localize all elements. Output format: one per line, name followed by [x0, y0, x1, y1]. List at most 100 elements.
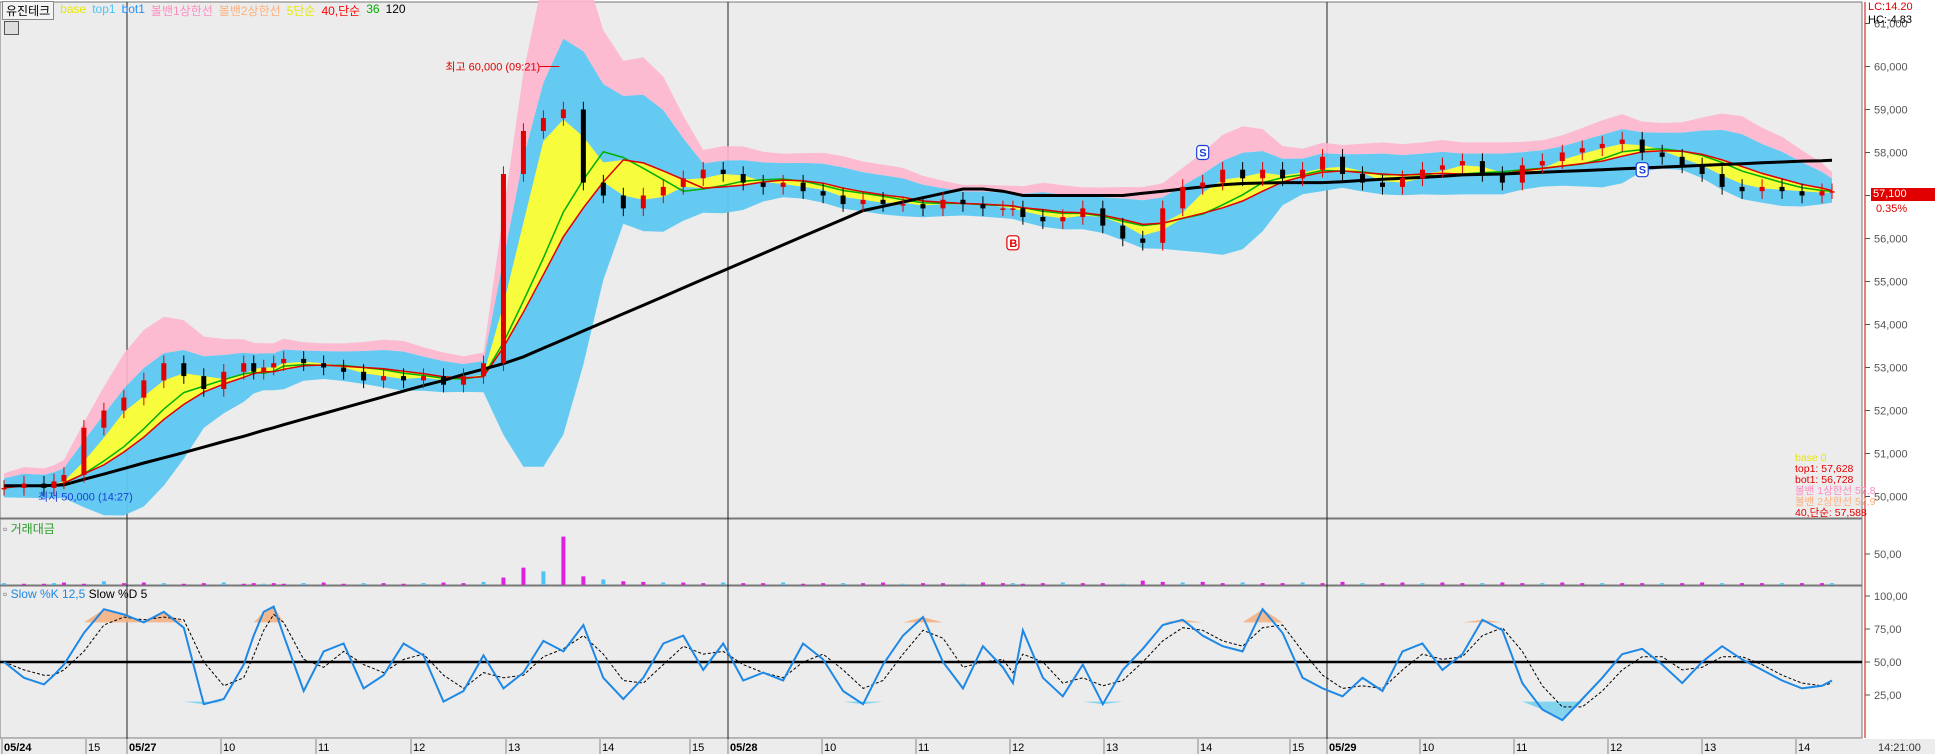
volume-bar [861, 583, 866, 585]
stoch-k-title: Slow %K 12,5 [10, 587, 86, 601]
candle-body [960, 199, 966, 205]
volume-bar [2, 583, 6, 585]
candle-body [441, 376, 447, 385]
candle-body [780, 182, 786, 187]
clock-label: 14:21:00 [1878, 742, 1921, 754]
time-tick-label: 14 [1200, 742, 1212, 754]
volume-bar [1100, 583, 1105, 585]
value-box-line: 40,단순: 57,588 [1795, 507, 1867, 519]
volume-bar [960, 583, 965, 585]
legend-item: 36 [366, 1, 380, 16]
grid-toggle-icon[interactable] [4, 21, 19, 35]
volume-bar [1720, 583, 1725, 585]
time-axis-bg [0, 739, 1935, 754]
candle-body [500, 174, 506, 364]
time-tick-label: 05/24 [4, 742, 32, 754]
candle-body [1459, 161, 1465, 166]
candle-body [381, 376, 387, 381]
candle-body [221, 371, 227, 389]
candle-body [101, 410, 107, 428]
candle-body [61, 475, 67, 482]
candle-body [460, 376, 466, 385]
volume-bar [51, 583, 56, 585]
candle-body [201, 376, 207, 389]
volume-bar [181, 583, 186, 585]
volume-bar [1760, 583, 1765, 585]
candle-body [920, 204, 926, 209]
volume-bar [261, 583, 266, 585]
candle-body [880, 199, 886, 205]
volume-bar [1830, 583, 1834, 585]
price-tick-label: 58,000 [1874, 148, 1908, 160]
candle-body [1160, 208, 1166, 243]
candle-body [820, 191, 826, 196]
candle-body [1829, 191, 1835, 193]
signal-marker-label: S [1639, 165, 1646, 177]
volume-bar [1520, 583, 1525, 585]
candle-body [840, 195, 846, 205]
volume-bar [781, 582, 786, 585]
time-tick-label: 12 [1610, 742, 1622, 754]
candle-body [401, 376, 407, 381]
candle-body [271, 363, 277, 368]
candle-body [121, 397, 127, 411]
candle-body [940, 199, 946, 209]
candle-body [141, 380, 147, 398]
stock-name-tab[interactable]: 유진테크 [2, 0, 55, 20]
volume-bar [251, 583, 256, 585]
candle-body [1779, 186, 1785, 192]
volume-bar [1440, 582, 1445, 585]
time-tick-label: 13 [1106, 742, 1118, 754]
volume-bar [1480, 583, 1485, 585]
price-tick-label: 59,000 [1874, 105, 1908, 117]
volume-bar [1540, 583, 1545, 585]
volume-bar [901, 583, 906, 585]
candle-body [1539, 161, 1545, 166]
lc-label: LC:14.20 [1868, 1, 1913, 13]
candle-body [580, 109, 586, 183]
volume-bar [241, 583, 246, 585]
time-tick-label: 10 [824, 742, 836, 754]
time-tick-label: 14 [602, 742, 614, 754]
volume-bar [801, 583, 806, 585]
volume-bar [940, 583, 945, 585]
volume-bar [1300, 582, 1305, 585]
volume-bar [541, 571, 546, 585]
panel-bg-2 [0, 518, 1863, 586]
volume-bar [641, 581, 646, 585]
time-tick-label: 05/29 [1329, 742, 1357, 754]
chart-canvas: 61,00060,00059,00058,00057,00056,00055,0… [0, 0, 1935, 754]
candle-body [1659, 152, 1665, 157]
volume-bar [321, 582, 326, 585]
volume-bar [980, 582, 985, 585]
volume-bar [1080, 583, 1085, 585]
volume-bar [601, 579, 606, 585]
volume-bar [1420, 583, 1425, 585]
volume-bar [1400, 582, 1405, 585]
candle-body [281, 358, 287, 364]
volume-panel-title: ▫ 거래대금 [3, 522, 55, 536]
candle-body [41, 483, 47, 488]
time-tick-label: 15 [692, 742, 704, 754]
volume-bar [341, 583, 346, 585]
candle-body [1479, 161, 1485, 174]
volume-bar [301, 583, 306, 585]
candle-body [1679, 156, 1685, 166]
volume-bar [1780, 583, 1785, 585]
volume-bar [841, 583, 846, 585]
candle-body [1360, 174, 1366, 183]
candle-body [181, 363, 187, 377]
candle-body [1200, 182, 1206, 187]
candle-body [660, 186, 666, 196]
legend-item: 120 [385, 1, 406, 16]
candle-body [1100, 208, 1106, 226]
candle-body [1579, 148, 1585, 153]
volume-bar [1040, 583, 1045, 585]
candle-body [1040, 217, 1046, 222]
candle-body [540, 118, 546, 131]
candle-body [800, 182, 806, 192]
stoch-tick-label: 25,00 [1874, 690, 1902, 702]
volume-bar [461, 583, 466, 585]
volume-bar [1820, 583, 1825, 585]
candle-body [1060, 217, 1066, 222]
